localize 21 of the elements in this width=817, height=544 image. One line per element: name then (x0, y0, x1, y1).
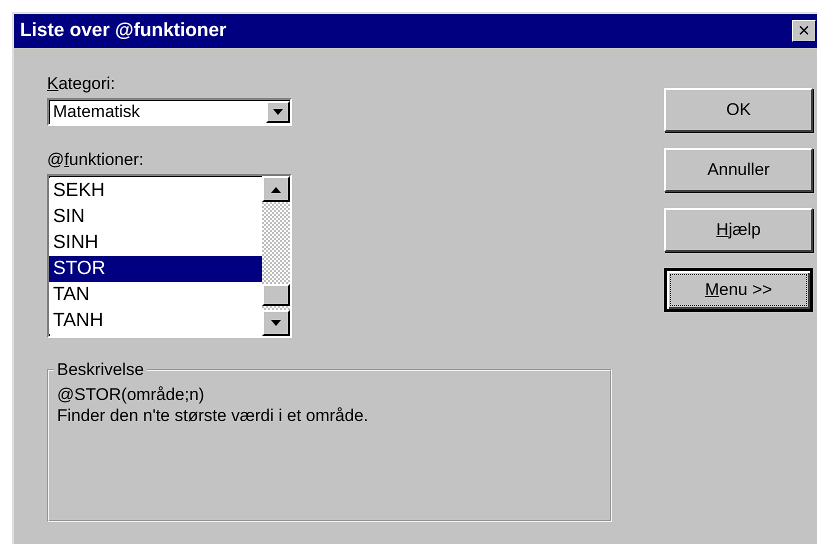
functions-label: @funktioner: (47, 150, 145, 170)
window-title: Liste over @funktioner (20, 20, 226, 42)
scroll-up-button[interactable] (262, 176, 290, 202)
function-syntax: @STOR(område;n) (57, 384, 206, 405)
dialog-button[interactable]: Hjælp (664, 208, 813, 252)
group-title: Beskrivelse (56, 360, 145, 380)
caret-icon (272, 108, 284, 116)
dialog-button[interactable]: Menu >> (664, 268, 813, 312)
down-arrow-icon (270, 320, 282, 326)
scroll-thumb[interactable] (262, 284, 290, 306)
dropdown-button[interactable] (266, 101, 290, 123)
function-description: Finder den n'te største værdi i et område. (57, 405, 370, 426)
scroll-down-button[interactable] (262, 310, 290, 336)
category-label: Kategori: (47, 74, 116, 94)
dialog-button[interactable]: OK (664, 88, 813, 132)
close-button[interactable]: × (792, 20, 816, 42)
dialog-button[interactable]: Annuller (664, 148, 813, 192)
up-arrow-icon (270, 186, 282, 192)
category-dropdown[interactable]: Matematisk (47, 98, 292, 126)
scrollbar[interactable] (262, 176, 290, 336)
list-item[interactable]: STOR (49, 256, 262, 282)
